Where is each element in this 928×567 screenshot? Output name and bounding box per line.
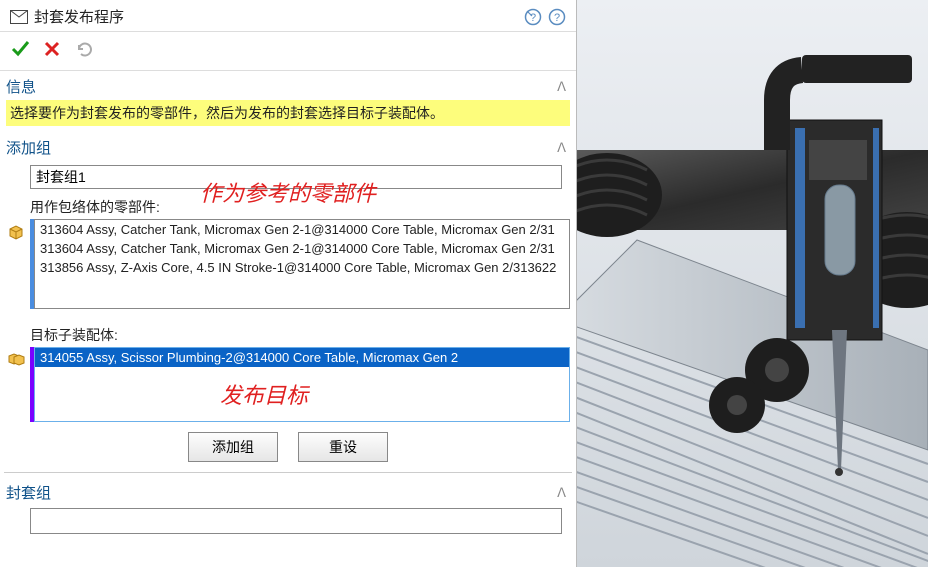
undo-button[interactable] bbox=[74, 40, 94, 63]
info-heading: 信息 bbox=[6, 76, 36, 97]
target-listbox[interactable]: 314055 Assy, Scissor Plumbing-2@314000 C… bbox=[34, 347, 570, 422]
help-pin-icon[interactable]: ? bbox=[524, 8, 542, 26]
list-item[interactable]: 313856 Assy, Z-Axis Core, 4.5 IN Stroke-… bbox=[35, 258, 569, 277]
assembly-icon bbox=[6, 351, 26, 369]
envgroup-heading: 封套组 bbox=[6, 482, 51, 503]
graphics-viewport[interactable] bbox=[577, 0, 928, 567]
reset-button[interactable]: 重设 bbox=[298, 432, 388, 462]
panel-title: 封套发布程序 bbox=[34, 6, 518, 27]
add-group-button[interactable]: 添加组 bbox=[188, 432, 278, 462]
refparts-listbox[interactable]: 313604 Assy, Catcher Tank, Micromax Gen … bbox=[34, 219, 570, 309]
list-item[interactable]: 313604 Assy, Catcher Tank, Micromax Gen … bbox=[35, 220, 569, 239]
addgroup-heading: 添加组 bbox=[6, 137, 51, 158]
help-icon[interactable]: ? bbox=[548, 8, 566, 26]
group-name-input[interactable] bbox=[30, 165, 562, 189]
target-label: 目标子装配体: bbox=[30, 325, 576, 345]
envelope-icon bbox=[10, 10, 28, 24]
ok-button[interactable] bbox=[10, 38, 30, 64]
list-item[interactable]: 314055 Assy, Scissor Plumbing-2@314000 C… bbox=[35, 348, 569, 367]
cancel-button[interactable] bbox=[44, 41, 60, 62]
svg-text:?: ? bbox=[530, 12, 536, 24]
collapse-info-icon[interactable]: ᐱ bbox=[557, 79, 566, 95]
list-item[interactable]: 313604 Assy, Catcher Tank, Micromax Gen … bbox=[35, 239, 569, 258]
collapse-addgroup-icon[interactable]: ᐱ bbox=[557, 140, 566, 156]
info-text: 选择要作为封套发布的零部件，然后为发布的封套选择目标子装配体。 bbox=[6, 100, 570, 126]
collapse-envgroup-icon[interactable]: ᐱ bbox=[557, 485, 566, 501]
refparts-label: 用作包络体的零部件: bbox=[30, 197, 576, 217]
components-icon bbox=[6, 223, 26, 241]
svg-text:?: ? bbox=[554, 12, 560, 24]
envgroup-input[interactable] bbox=[30, 508, 562, 534]
